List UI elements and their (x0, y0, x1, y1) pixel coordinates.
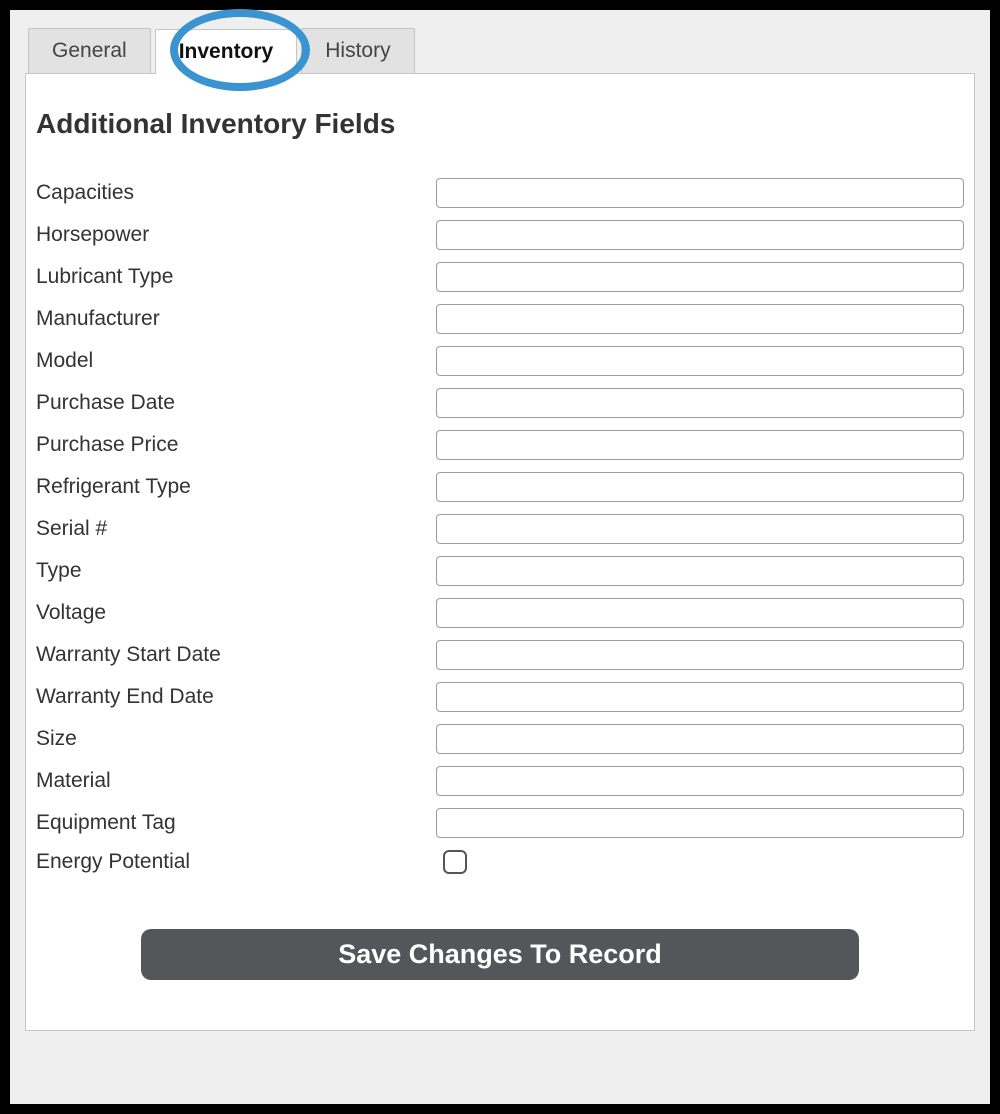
field-energy-potential-label: Energy Potential (36, 850, 436, 873)
field-refrigerant-type-label: Refrigerant Type (36, 475, 436, 498)
field-horsepower-row: Horsepower (36, 220, 964, 250)
field-purchase-date-label: Purchase Date (36, 391, 436, 414)
field-manufacturer-label: Manufacturer (36, 307, 436, 330)
field-energy-potential-wrap (436, 850, 964, 874)
field-warranty-end-label: Warranty End Date (36, 685, 436, 708)
page-title: Additional Inventory Fields (36, 108, 964, 140)
field-purchase-date-row: Purchase Date (36, 388, 964, 418)
field-warranty-end-row: Warranty End Date (36, 682, 964, 712)
field-warranty-start-label: Warranty Start Date (36, 643, 436, 666)
field-size-label: Size (36, 727, 436, 750)
field-model-row: Model (36, 346, 964, 376)
save-button-wrap: Save Changes To Record (36, 929, 964, 980)
field-lubricant-type-label: Lubricant Type (36, 265, 436, 288)
field-capacities-label: Capacities (36, 181, 436, 204)
field-energy-potential-row: Energy Potential (36, 850, 964, 874)
field-refrigerant-type-input[interactable] (436, 472, 964, 502)
field-model-input[interactable] (436, 346, 964, 376)
field-lubricant-type-input[interactable] (436, 262, 964, 292)
field-purchase-price-input[interactable] (436, 430, 964, 460)
field-serial-no-label: Serial # (36, 517, 436, 540)
field-voltage-row: Voltage (36, 598, 964, 628)
tabbed-panel: General Inventory History Additional Inv… (25, 28, 975, 1031)
tab-bar: General Inventory History (25, 28, 975, 73)
field-horsepower-input[interactable] (436, 220, 964, 250)
field-voltage-input[interactable] (436, 598, 964, 628)
field-purchase-price-row: Purchase Price (36, 430, 964, 460)
field-equipment-tag-input[interactable] (436, 808, 964, 838)
field-lubricant-type-row: Lubricant Type (36, 262, 964, 292)
field-type-label: Type (36, 559, 436, 582)
field-equipment-tag-label: Equipment Tag (36, 811, 436, 834)
field-warranty-end-input[interactable] (436, 682, 964, 712)
field-manufacturer-input[interactable] (436, 304, 964, 334)
field-refrigerant-type-row: Refrigerant Type (36, 472, 964, 502)
field-model-label: Model (36, 349, 436, 372)
tab-history[interactable]: History (301, 28, 414, 73)
field-type-input[interactable] (436, 556, 964, 586)
field-voltage-label: Voltage (36, 601, 436, 624)
save-button[interactable]: Save Changes To Record (141, 929, 859, 980)
field-material-row: Material (36, 766, 964, 796)
window: General Inventory History Additional Inv… (0, 0, 1000, 1114)
field-serial-no-row: Serial # (36, 514, 964, 544)
field-material-label: Material (36, 769, 436, 792)
field-type-row: Type (36, 556, 964, 586)
field-purchase-date-input[interactable] (436, 388, 964, 418)
field-serial-no-input[interactable] (436, 514, 964, 544)
field-warranty-start-input[interactable] (436, 640, 964, 670)
field-capacities-row: Capacities (36, 178, 964, 208)
field-size-row: Size (36, 724, 964, 754)
field-purchase-price-label: Purchase Price (36, 433, 436, 456)
panel-inventory: Additional Inventory Fields Capacities H… (25, 73, 975, 1031)
field-equipment-tag-row: Equipment Tag (36, 808, 964, 838)
tab-general[interactable]: General (28, 28, 151, 73)
field-horsepower-label: Horsepower (36, 223, 436, 246)
field-size-input[interactable] (436, 724, 964, 754)
field-capacities-input[interactable] (436, 178, 964, 208)
field-material-input[interactable] (436, 766, 964, 796)
field-warranty-start-row: Warranty Start Date (36, 640, 964, 670)
tab-inventory[interactable]: Inventory (155, 29, 298, 74)
field-energy-potential-checkbox[interactable] (443, 850, 467, 874)
field-manufacturer-row: Manufacturer (36, 304, 964, 334)
